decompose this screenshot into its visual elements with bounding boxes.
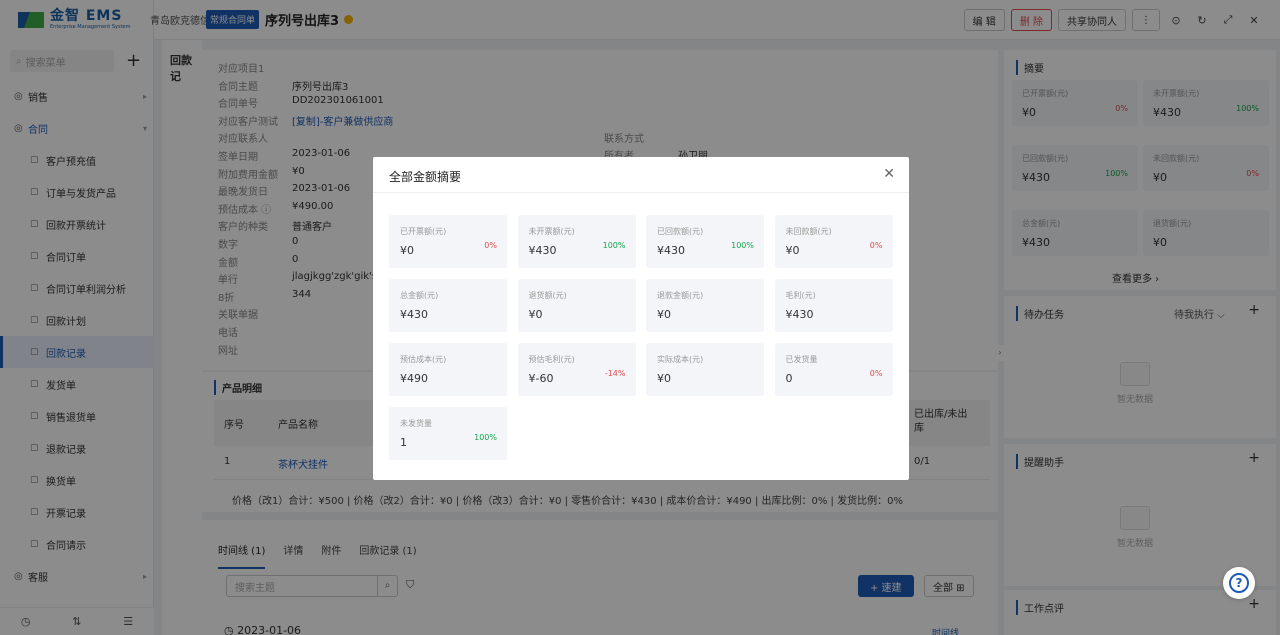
metric-value: ¥430 — [400, 308, 428, 321]
metric-value: ¥0 — [785, 244, 800, 257]
modal-title: 全部金额摘要 — [389, 170, 462, 184]
metric-percent: 100% — [731, 241, 754, 250]
close-icon[interactable]: ✕ — [883, 166, 895, 182]
amount-metric: 总金额(元) ¥430 — [389, 279, 507, 332]
metric-value: 1 — [400, 436, 407, 449]
metric-label: 退货额(元) — [528, 291, 567, 300]
metric-value: ¥-60 — [528, 372, 554, 385]
amount-metric: 毛利(元) ¥430 — [774, 279, 893, 332]
amount-metric: 未发货量 1 100% — [389, 407, 507, 460]
amount-metric: 未回款额(元) ¥0 0% — [774, 215, 893, 268]
metric-percent: 100% — [602, 241, 626, 250]
metric-percent: 0% — [869, 241, 883, 250]
amount-metric: 未开票额(元) ¥430 100% — [517, 215, 636, 268]
help-icon: ? — [1229, 573, 1249, 593]
metric-label: 总金额(元) — [400, 291, 439, 300]
metric-label: 已回款额(元) — [657, 227, 704, 236]
amount-metric: 已开票额(元) ¥0 0% — [389, 215, 507, 268]
metric-percent: 100% — [474, 433, 497, 442]
metric-label: 未发货量 — [400, 419, 432, 428]
metric-value: ¥0 — [657, 308, 671, 321]
metric-value: 0 — [785, 372, 793, 385]
metric-value: ¥430 — [528, 244, 557, 257]
amount-metric: 已回款额(元) ¥430 100% — [646, 215, 764, 268]
amount-metric: 预估毛利(元) ¥-60 -14% — [517, 343, 636, 396]
amount-metric: 已发货量 0 0% — [774, 343, 893, 396]
amount-metric: 预估成本(元) ¥490 — [389, 343, 507, 396]
metric-label: 毛利(元) — [785, 291, 816, 300]
metric-label: 未回款额(元) — [785, 227, 832, 236]
amount-summary-modal: 全部金额摘要 ✕ 已开票额(元) ¥0 0% 未开票额(元) ¥430 100% 已回款额(… — [373, 157, 909, 480]
metric-label: 退款金额(元) — [657, 291, 704, 300]
metric-value: ¥0 — [400, 244, 414, 257]
amount-metric: 实际成本(元) ¥0 — [646, 343, 764, 396]
metric-value: ¥0 — [657, 372, 671, 385]
metric-value: ¥430 — [785, 308, 814, 321]
metric-label: 已开票额(元) — [400, 227, 447, 236]
metric-percent: -14% — [604, 369, 626, 378]
metric-label: 预估成本(元) — [400, 355, 447, 364]
amount-metric: 退货额(元) ¥0 — [517, 279, 636, 332]
help-button[interactable]: ? — [1223, 567, 1255, 599]
metric-value: ¥430 — [657, 244, 685, 257]
metric-percent: 0% — [484, 241, 497, 250]
metric-label: 实际成本(元) — [657, 355, 704, 364]
metric-label: 未开票额(元) — [528, 227, 575, 236]
amount-metric: 退款金额(元) ¥0 — [646, 279, 764, 332]
metric-value: ¥0 — [528, 308, 543, 321]
metric-label: 预估毛利(元) — [528, 355, 575, 364]
metric-value: ¥490 — [400, 372, 428, 385]
metric-label: 已发货量 — [785, 355, 818, 364]
metric-percent: 0% — [869, 369, 883, 378]
